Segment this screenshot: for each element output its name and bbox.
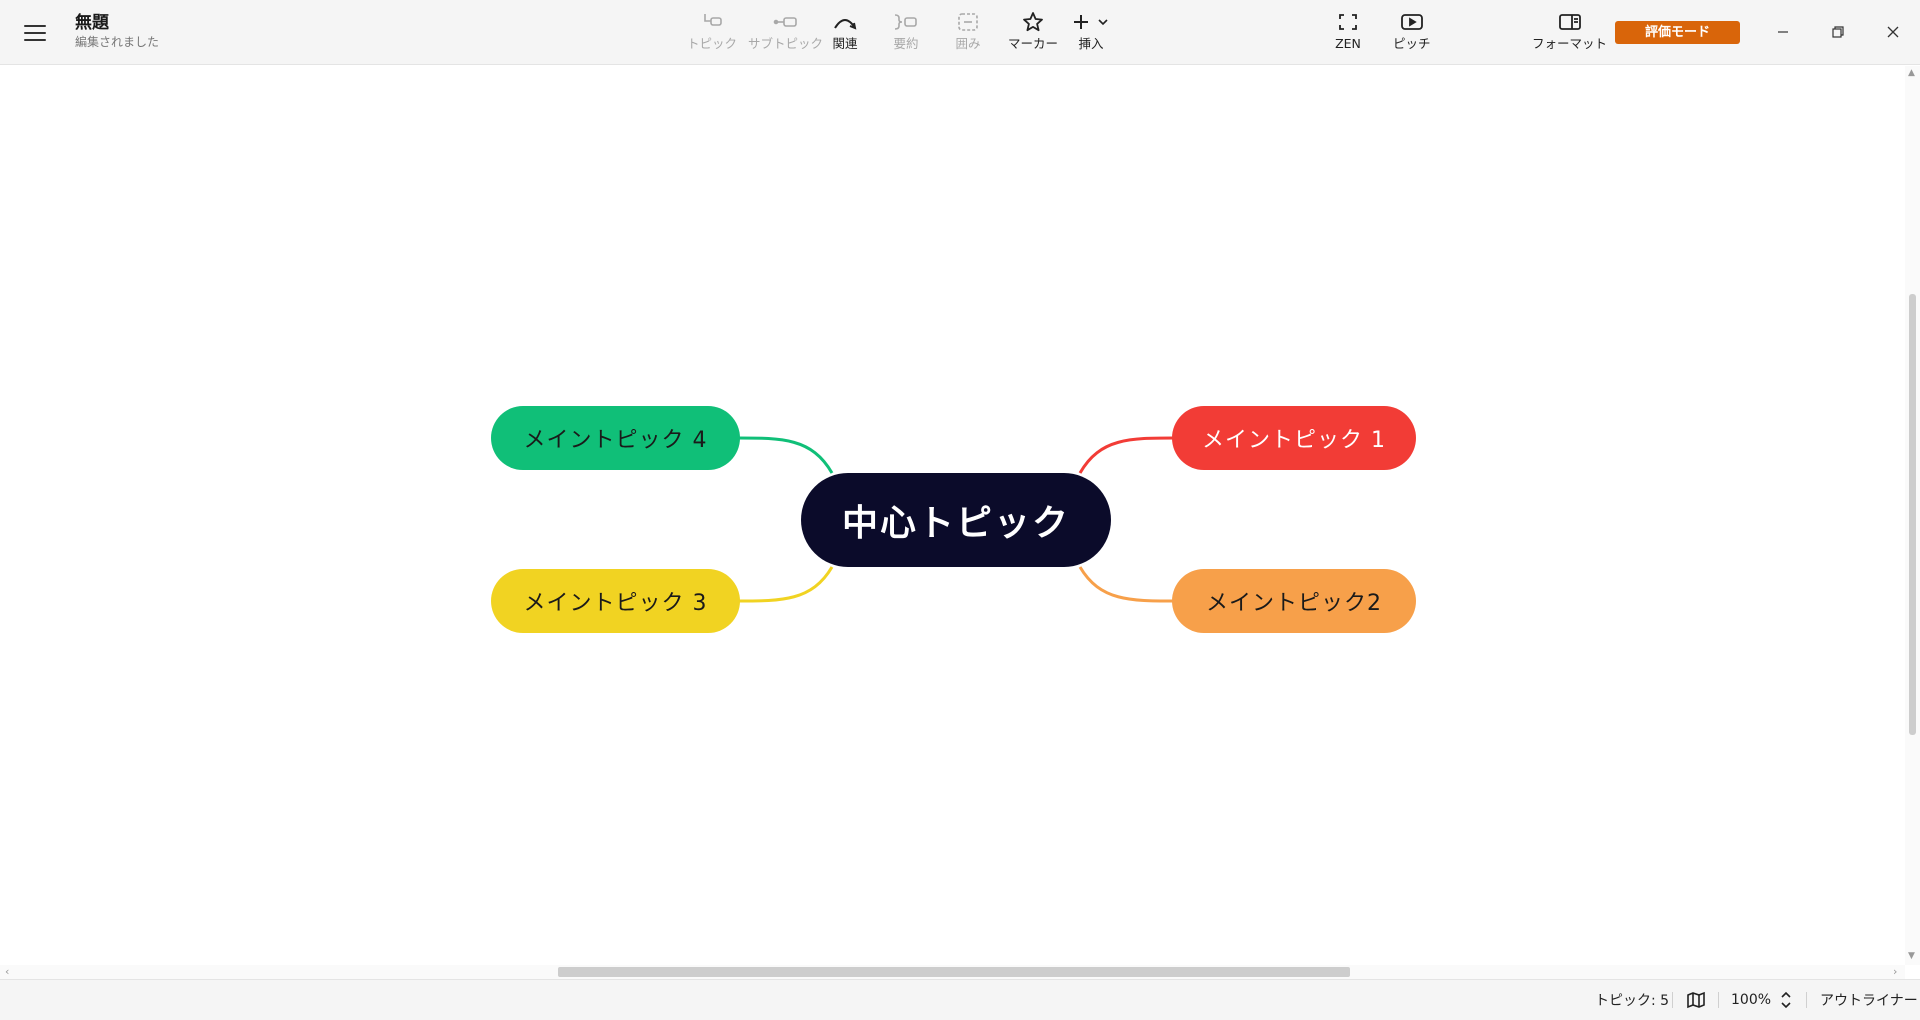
relationship-button-label: 関連 bbox=[832, 36, 858, 51]
connector-topic-1 bbox=[1078, 436, 1176, 474]
zoom-level[interactable]: 100% bbox=[1731, 980, 1771, 1020]
map-view-icon[interactable] bbox=[1686, 980, 1706, 1020]
main-topic-3[interactable]: メイントピック 3 bbox=[491, 569, 740, 633]
toolbar: 無題 編集されました トピック サブトピック 関連 要約 囲み マーカー 挿入 … bbox=[0, 0, 1920, 65]
document-status: 編集されました bbox=[75, 35, 160, 49]
scroll-right-icon[interactable]: › bbox=[1893, 965, 1897, 979]
format-button[interactable]: フォーマット bbox=[1532, 10, 1607, 56]
main-topic-2[interactable]: メイントピック2 bbox=[1172, 569, 1416, 633]
horizontal-scrollbar[interactable]: ‹ › bbox=[0, 965, 1905, 979]
topic-count: トピック: 5 bbox=[1595, 993, 1670, 1009]
main-topic-4[interactable]: メイントピック 4 bbox=[491, 406, 740, 470]
boundary-button-label: 囲み bbox=[955, 36, 981, 51]
central-topic[interactable]: 中心トピック bbox=[801, 473, 1111, 567]
star-icon bbox=[1020, 10, 1046, 34]
topic-button[interactable]: トピック bbox=[687, 10, 737, 56]
relationship-icon bbox=[832, 10, 858, 34]
status-bar: トピック: 5 100% アウトライナー bbox=[0, 979, 1920, 1020]
format-panel-icon bbox=[1557, 10, 1583, 34]
summary-icon bbox=[893, 10, 919, 34]
vertical-scrollbar[interactable]: ▲ ▼ bbox=[1905, 66, 1920, 965]
summary-button[interactable]: 要約 bbox=[893, 10, 919, 56]
scroll-left-icon[interactable]: ‹ bbox=[5, 965, 9, 979]
summary-button-label: 要約 bbox=[893, 36, 919, 51]
divider bbox=[1718, 992, 1719, 1008]
topic-button-label: トピック bbox=[687, 36, 738, 51]
vertical-scroll-thumb[interactable] bbox=[1909, 294, 1916, 735]
document-title: 無題 bbox=[75, 13, 109, 33]
boundary-button[interactable]: 囲み bbox=[955, 10, 981, 56]
zen-button-label: ZEN bbox=[1335, 36, 1361, 51]
insert-button[interactable]: 挿入 bbox=[1070, 10, 1112, 56]
format-button-label: フォーマット bbox=[1532, 36, 1608, 51]
insert-button-label: 挿入 bbox=[1078, 36, 1104, 51]
hamburger-menu-icon[interactable] bbox=[18, 18, 52, 48]
outliner-button[interactable]: アウトライナー bbox=[1820, 980, 1918, 1020]
document-info: 無題 編集されました bbox=[75, 12, 159, 50]
restore-icon[interactable] bbox=[1815, 14, 1861, 50]
divider bbox=[1806, 992, 1807, 1008]
scroll-up-icon[interactable]: ▲ bbox=[1908, 68, 1915, 78]
main-topic-1[interactable]: メイントピック 1 bbox=[1172, 406, 1416, 470]
play-icon bbox=[1399, 10, 1425, 34]
scroll-down-icon[interactable]: ▼ bbox=[1908, 951, 1915, 961]
minimize-icon[interactable] bbox=[1760, 14, 1806, 50]
app-window: 無題 編集されました トピック サブトピック 関連 要約 囲み マーカー 挿入 … bbox=[0, 0, 1920, 1020]
zen-button[interactable]: ZEN bbox=[1335, 10, 1361, 56]
mindmap-canvas[interactable]: メイントピック 4 メイントピック 3 中心トピック メイントピック 1 メイン… bbox=[0, 66, 1905, 965]
marker-button-label: マーカー bbox=[1008, 36, 1059, 51]
plus-icon bbox=[1070, 10, 1112, 34]
evaluation-mode-button[interactable]: 評価モード bbox=[1615, 21, 1740, 44]
connector-topic-4 bbox=[737, 436, 834, 474]
zoom-stepper-icon[interactable] bbox=[1780, 980, 1792, 1020]
subtopic-icon bbox=[773, 10, 799, 34]
subtopic-button[interactable]: サブトピック bbox=[748, 10, 823, 56]
relationship-button[interactable]: 関連 bbox=[832, 10, 858, 56]
fullscreen-icon bbox=[1335, 10, 1361, 34]
horizontal-scroll-thumb[interactable] bbox=[558, 967, 1350, 977]
marker-button[interactable]: マーカー bbox=[1008, 10, 1058, 56]
connector-topic-3 bbox=[737, 566, 834, 603]
divider bbox=[1672, 992, 1673, 1008]
pitch-button-label: ピッチ bbox=[1393, 36, 1431, 51]
boundary-icon bbox=[955, 10, 981, 34]
subtopic-button-label: サブトピック bbox=[748, 36, 824, 51]
pitch-button[interactable]: ピッチ bbox=[1393, 10, 1431, 56]
close-icon[interactable] bbox=[1870, 14, 1916, 50]
topic-icon bbox=[699, 10, 725, 34]
connector-topic-2 bbox=[1078, 566, 1176, 603]
